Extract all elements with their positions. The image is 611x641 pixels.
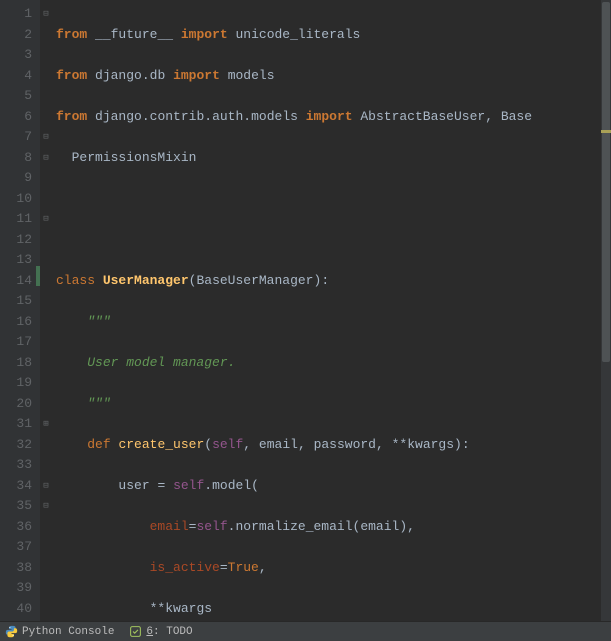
fold-strip: ⊟ ⊟ ⊟ ⊟ ⊞ ⊟ ⊟ — [40, 0, 52, 621]
line-number-gutter[interactable]: 1 2 3 4 5 6 7 8 9 10 11 12 13 14 15 16 1… — [0, 0, 40, 621]
vcs-change-marker[interactable] — [36, 266, 40, 286]
python-icon — [4, 625, 18, 639]
line-number[interactable]: 13 — [0, 250, 32, 271]
line-number[interactable]: 39 — [0, 578, 32, 599]
line-number[interactable]: 31 — [0, 414, 32, 435]
code-line[interactable] — [56, 189, 611, 210]
line-number[interactable]: 6 — [0, 107, 32, 128]
fold-toggle[interactable]: ⊟ — [40, 127, 52, 148]
code-line[interactable]: def create_user(self, email, password, *… — [56, 435, 611, 456]
python-console-label: Python Console — [22, 626, 114, 638]
fold-toggle[interactable]: ⊟ — [40, 209, 52, 230]
line-number[interactable]: 14 — [0, 271, 32, 292]
code-line[interactable]: user = self.model( — [56, 476, 611, 497]
line-number[interactable]: 36 — [0, 517, 32, 538]
line-number[interactable]: 5 — [0, 86, 32, 107]
todo-icon — [128, 625, 142, 639]
fold-toggle[interactable]: ⊟ — [40, 496, 52, 517]
code-line[interactable]: class UserManager(BaseUserManager): — [56, 271, 611, 292]
line-number[interactable]: 17 — [0, 332, 32, 353]
line-number[interactable]: 15 — [0, 291, 32, 312]
line-number[interactable]: 40 — [0, 599, 32, 620]
code-line[interactable]: """ — [56, 394, 611, 415]
fold-toggle[interactable]: ⊟ — [40, 476, 52, 497]
status-bar: Python Console 6: TODO — [0, 621, 611, 641]
editor-area: 1 2 3 4 5 6 7 8 9 10 11 12 13 14 15 16 1… — [0, 0, 611, 621]
code-editor[interactable]: from __future__ import unicode_literals … — [52, 0, 611, 621]
line-number[interactable]: 10 — [0, 189, 32, 210]
line-number[interactable]: 1 — [0, 4, 32, 25]
line-number[interactable]: 35 — [0, 496, 32, 517]
line-number[interactable]: 8 — [0, 148, 32, 169]
code-line[interactable]: PermissionsMixin — [56, 148, 611, 169]
fold-toggle-collapsed[interactable]: ⊞ — [40, 414, 52, 435]
line-number[interactable]: 37 — [0, 537, 32, 558]
line-number[interactable]: 16 — [0, 312, 32, 333]
todo-label: 6: TODO — [146, 626, 192, 638]
line-number[interactable]: 34 — [0, 476, 32, 497]
fold-toggle[interactable]: ⊟ — [40, 148, 52, 169]
code-line[interactable]: from django.db import models — [56, 66, 611, 87]
code-line[interactable]: from __future__ import unicode_literals — [56, 25, 611, 46]
code-line[interactable]: email=self.normalize_email(email), — [56, 517, 611, 538]
scrollbar-marker[interactable] — [601, 130, 611, 133]
line-number[interactable]: 11 — [0, 209, 32, 230]
todo-tool[interactable]: 6: TODO — [128, 625, 192, 639]
line-number[interactable]: 7 — [0, 127, 32, 148]
code-line[interactable]: is_active=True, — [56, 558, 611, 579]
line-number[interactable]: 32 — [0, 435, 32, 456]
line-number[interactable]: 19 — [0, 373, 32, 394]
line-number[interactable]: 4 — [0, 66, 32, 87]
python-console-tool[interactable]: Python Console — [4, 625, 114, 639]
code-line[interactable]: from django.contrib.auth.models import A… — [56, 107, 611, 128]
line-number[interactable]: 33 — [0, 455, 32, 476]
line-number[interactable]: 2 — [0, 25, 32, 46]
code-line[interactable]: """ — [56, 312, 611, 333]
line-number[interactable]: 18 — [0, 353, 32, 374]
code-line[interactable]: User model manager. — [56, 353, 611, 374]
line-number[interactable]: 12 — [0, 230, 32, 251]
code-line[interactable] — [56, 230, 611, 251]
vertical-scrollbar[interactable] — [601, 0, 611, 621]
scrollbar-thumb[interactable] — [602, 2, 610, 362]
code-line[interactable]: **kwargs — [56, 599, 611, 620]
line-number[interactable]: 38 — [0, 558, 32, 579]
fold-toggle[interactable]: ⊟ — [40, 4, 52, 25]
line-number[interactable]: 3 — [0, 45, 32, 66]
line-number[interactable]: 9 — [0, 168, 32, 189]
line-number[interactable]: 20 — [0, 394, 32, 415]
